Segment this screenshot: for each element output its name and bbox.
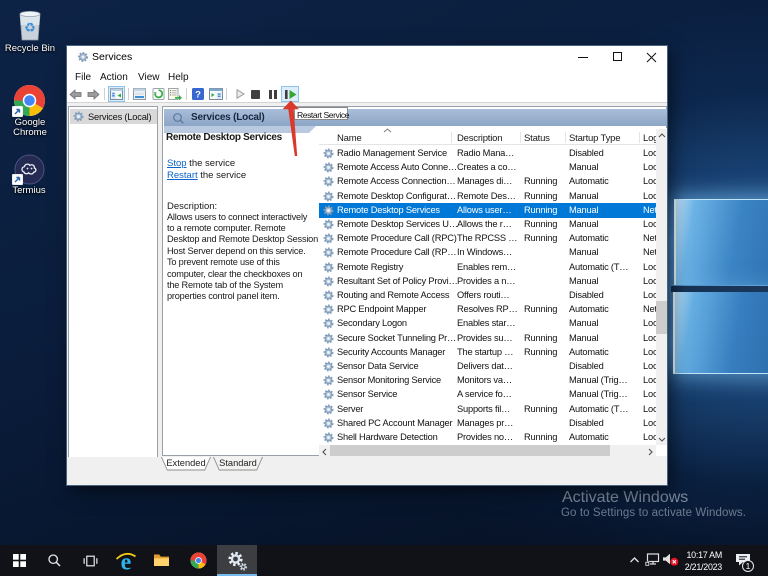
svg-text:?: ? (195, 90, 201, 101)
svg-text:♻: ♻ (24, 20, 36, 35)
